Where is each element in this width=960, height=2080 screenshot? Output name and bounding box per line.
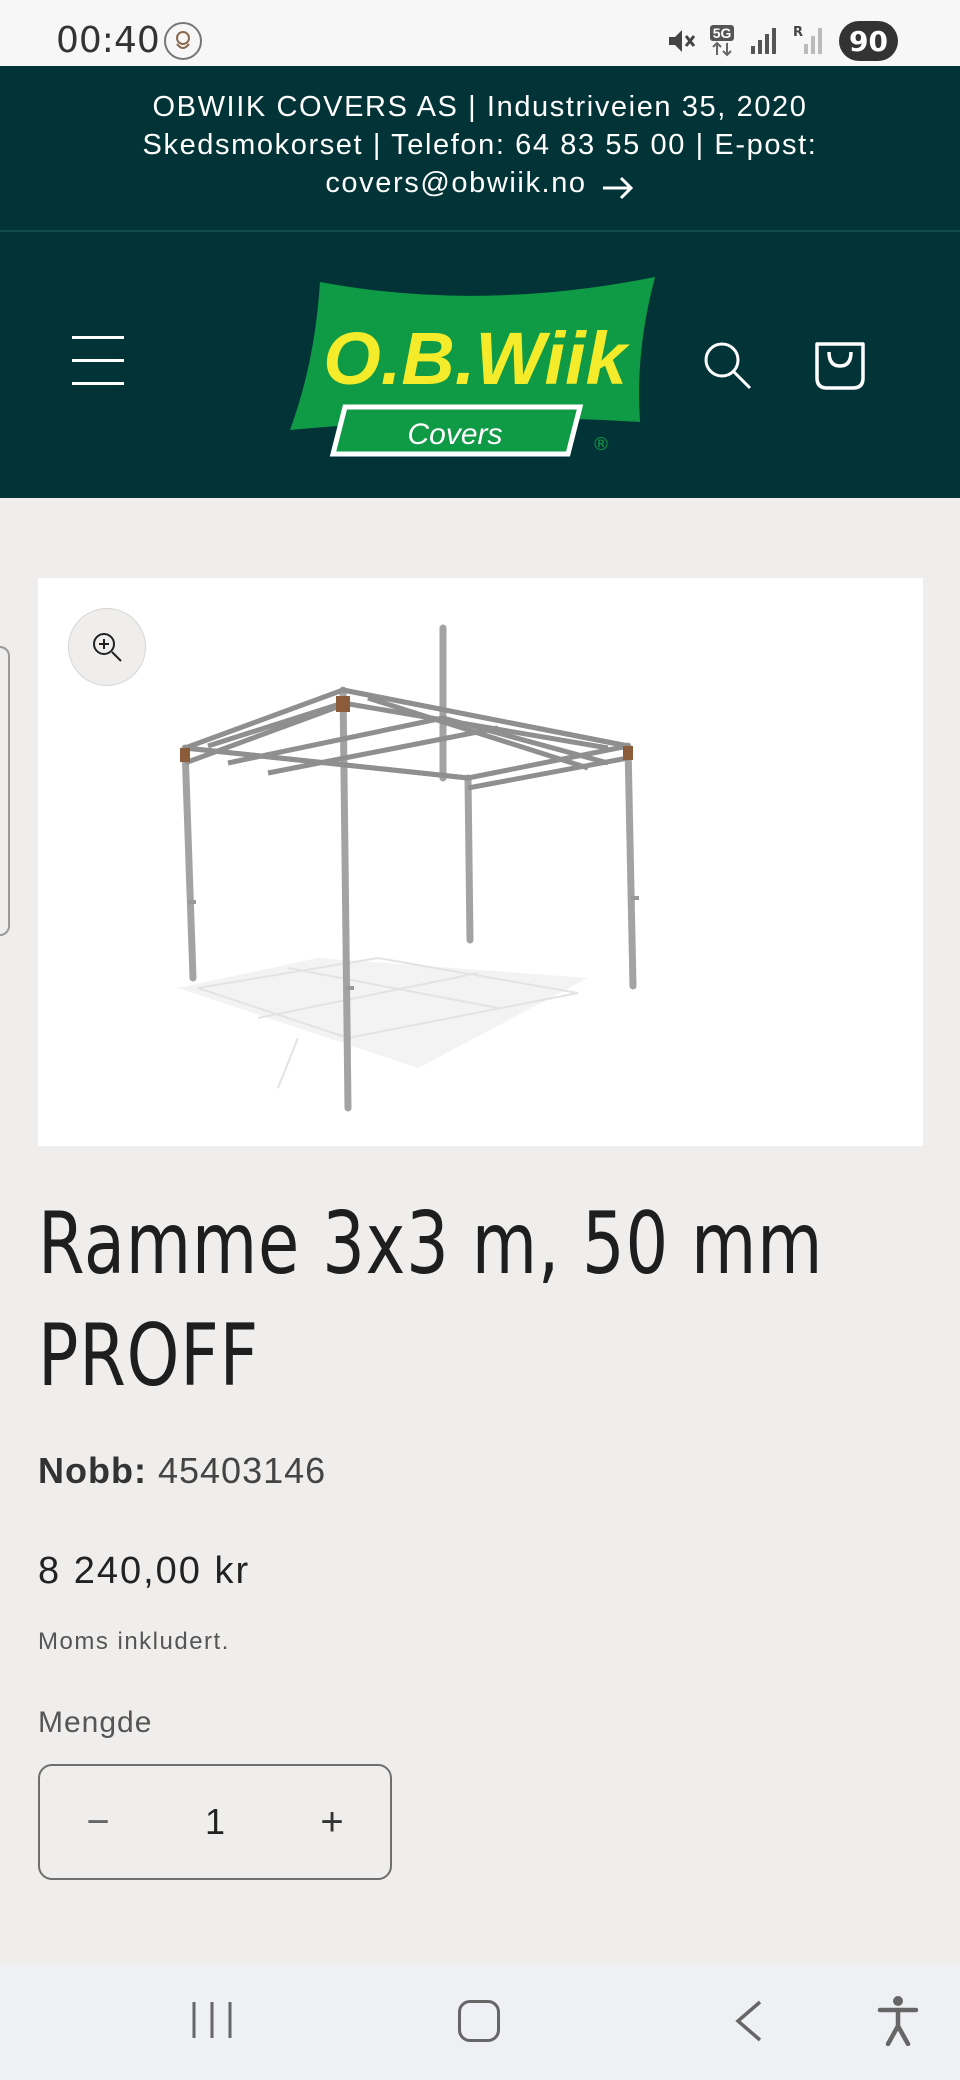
menu-button[interactable] [72,336,124,386]
signal-icon [751,28,777,54]
battery-icon: 90 [839,21,898,61]
search-icon[interactable] [700,338,756,394]
increase-quantity-button[interactable]: + [274,1766,390,1878]
status-time: 00:40 [56,20,160,61]
product-price: 8 240,00 kr [38,1550,251,1592]
decrease-quantity-button[interactable]: − [40,1766,156,1878]
5g-icon: 5G [709,25,735,57]
quantity-input[interactable]: 1 [156,1801,274,1843]
announcement-text[interactable]: OBWIIK COVERS AS | Industriveien 35, 202… [143,91,818,199]
zoom-button[interactable] [68,608,146,686]
site-logo[interactable]: O.B.Wiik Covers ® [290,272,670,462]
nobb-label: Nobb: [38,1450,147,1491]
back-icon[interactable] [730,1998,766,2044]
status-bar: 00:40 5G R 90 [0,0,960,66]
product-image[interactable] [168,598,728,1118]
logo-registered-mark: ® [592,434,610,455]
logo-wordmark: O.B.Wiik [323,317,630,400]
recent-apps-icon[interactable] [190,2000,234,2040]
network-type: 5G [709,25,735,41]
accessibility-icon[interactable] [876,1994,920,2046]
site-header: O.B.Wiik Covers ® [0,232,960,498]
mute-icon [669,30,696,52]
nobb-value: 45403146 [157,1450,327,1491]
signal-roaming-icon: R [793,25,823,54]
announcement-bar[interactable]: OBWIIK COVERS AS | Industriveien 35, 202… [0,66,960,230]
quantity-label: Mengde [38,1706,153,1739]
flower-icon [164,22,202,60]
product-title: Ramme 3x3 m, 50 mm PROFF [38,1194,824,1406]
zoom-in-icon [93,633,122,662]
side-drawer-handle[interactable] [0,646,10,936]
arrow-right-icon [602,176,633,199]
nobb-number: Nobb: 45403146 [38,1450,326,1492]
quantity-stepper: − 1 + [38,1764,392,1880]
logo-subtitle: Covers [407,418,502,451]
tax-note: Moms inkludert. [38,1628,230,1655]
cart-icon[interactable] [812,336,868,392]
product-gallery[interactable] [38,578,923,1146]
home-icon[interactable] [458,2000,500,2042]
system-nav-bar [0,1964,960,2080]
svg-text:R: R [793,25,803,40]
